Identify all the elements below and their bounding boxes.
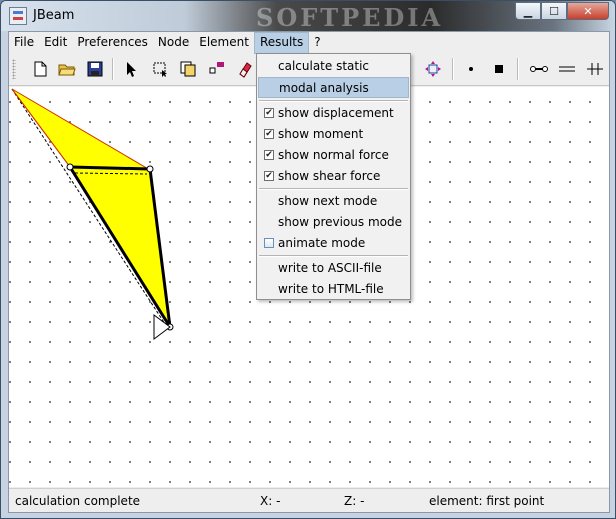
checkbox-checked-icon[interactable] bbox=[264, 171, 274, 181]
select-arrow-icon bbox=[127, 62, 136, 77]
toolbar-separator bbox=[112, 58, 114, 80]
open-folder-icon bbox=[58, 64, 76, 76]
x-coordinate: X: - bbox=[260, 494, 281, 508]
toolbar-separator bbox=[517, 58, 519, 80]
toolbar-separator bbox=[452, 58, 454, 80]
show-next-mode-item[interactable]: show next mode bbox=[258, 191, 409, 212]
write-ascii-item[interactable]: write to ASCII-file bbox=[258, 258, 409, 279]
status-message: calculation complete bbox=[15, 494, 141, 508]
show-moment-label: show moment bbox=[278, 127, 364, 141]
show-displacement-label: show displacement bbox=[278, 106, 394, 120]
show-normal-force-label: show normal force bbox=[278, 148, 389, 162]
menu-preferences[interactable]: Preferences bbox=[72, 32, 153, 54]
menu-separator bbox=[259, 100, 408, 102]
show-shear-force-label: show shear force bbox=[278, 169, 381, 183]
title-bar[interactable]: JBeam SOFTPEDIA ▁ ☐ ✕ bbox=[1, 1, 615, 32]
watermark-text: SOFTPEDIA bbox=[256, 3, 444, 32]
large-point-button[interactable] bbox=[487, 57, 511, 81]
menu-results[interactable]: Results bbox=[253, 32, 310, 54]
menu-separator bbox=[259, 255, 408, 257]
minimize-button[interactable]: ▁ bbox=[515, 2, 541, 20]
z-coordinate: Z: - bbox=[344, 494, 365, 508]
close-icon: ✕ bbox=[583, 4, 593, 18]
results-dropdown-menu: calculate static modal analysis show dis… bbox=[256, 53, 411, 300]
menu-element[interactable]: Element bbox=[194, 32, 254, 54]
calculate-static-item[interactable]: calculate static bbox=[258, 56, 409, 77]
modal-analysis-item[interactable]: modal analysis bbox=[258, 77, 409, 98]
show-displacement-item[interactable]: show displacement bbox=[258, 103, 409, 124]
close-button[interactable]: ✕ bbox=[567, 2, 609, 20]
status-bar: calculation complete X: - Z: - element: … bbox=[9, 488, 609, 512]
support-button[interactable] bbox=[583, 57, 607, 81]
menu-bar: File Edit Preferences Node Element Resul… bbox=[9, 32, 609, 54]
small-point-button[interactable] bbox=[459, 57, 483, 81]
beam-top bbox=[69, 165, 151, 171]
copy-icon bbox=[180, 61, 196, 77]
link-icon bbox=[530, 66, 548, 72]
menu-node[interactable]: Node bbox=[153, 32, 194, 54]
node-point[interactable] bbox=[66, 163, 74, 171]
new-file-icon bbox=[34, 61, 47, 77]
checkbox-checked-icon[interactable] bbox=[264, 129, 274, 139]
animate-mode-label: animate mode bbox=[278, 236, 366, 250]
show-normal-force-item[interactable]: show normal force bbox=[258, 145, 409, 166]
maximize-icon: ☐ bbox=[549, 4, 559, 18]
add-node-button[interactable] bbox=[205, 57, 229, 81]
select-arrow-button[interactable] bbox=[119, 57, 143, 81]
checkbox-unchecked-icon[interactable] bbox=[264, 238, 274, 248]
show-shear-force-item[interactable]: show shear force bbox=[258, 166, 409, 187]
eraser-button[interactable] bbox=[233, 57, 257, 81]
open-button[interactable] bbox=[55, 57, 79, 81]
link-button[interactable] bbox=[527, 57, 551, 81]
element-status: element: first point bbox=[429, 494, 545, 508]
maximize-button[interactable]: ☐ bbox=[541, 2, 567, 20]
menu-separator bbox=[259, 188, 408, 190]
show-moment-item[interactable]: show moment bbox=[258, 124, 409, 145]
animate-mode-item[interactable]: animate mode bbox=[258, 233, 409, 254]
select-rectangle-button[interactable] bbox=[148, 57, 172, 81]
hinge-button[interactable] bbox=[555, 57, 579, 81]
menu-edit[interactable]: Edit bbox=[39, 32, 72, 54]
toolbar-grip[interactable] bbox=[12, 59, 16, 79]
large-point-icon bbox=[495, 65, 503, 73]
checkbox-checked-icon[interactable] bbox=[264, 108, 274, 118]
eraser-icon bbox=[239, 62, 252, 78]
hinge-icon bbox=[559, 66, 575, 72]
fit-view-icon bbox=[425, 61, 441, 77]
minimize-icon: ▁ bbox=[523, 4, 533, 18]
fit-view-button[interactable] bbox=[421, 57, 445, 81]
menu-help[interactable]: ? bbox=[309, 32, 325, 54]
save-button[interactable] bbox=[83, 57, 107, 81]
small-point-icon bbox=[469, 67, 473, 71]
application-window: JBeam SOFTPEDIA ▁ ☐ ✕ File Edit Preferen… bbox=[0, 0, 616, 519]
menu-file[interactable]: File bbox=[9, 32, 39, 54]
window-title: JBeam bbox=[33, 8, 75, 23]
copy-button[interactable] bbox=[176, 57, 200, 81]
node-point[interactable] bbox=[146, 165, 154, 173]
support-icon bbox=[587, 63, 603, 75]
new-file-button[interactable] bbox=[28, 57, 52, 81]
add-node-icon bbox=[209, 62, 224, 74]
checkbox-checked-icon[interactable] bbox=[264, 150, 274, 160]
select-rectangle-icon bbox=[153, 62, 167, 77]
show-previous-mode-item[interactable]: show previous mode bbox=[258, 212, 409, 233]
app-icon bbox=[9, 7, 27, 25]
write-html-item[interactable]: write to HTML-file bbox=[258, 279, 409, 300]
save-icon bbox=[87, 61, 103, 77]
